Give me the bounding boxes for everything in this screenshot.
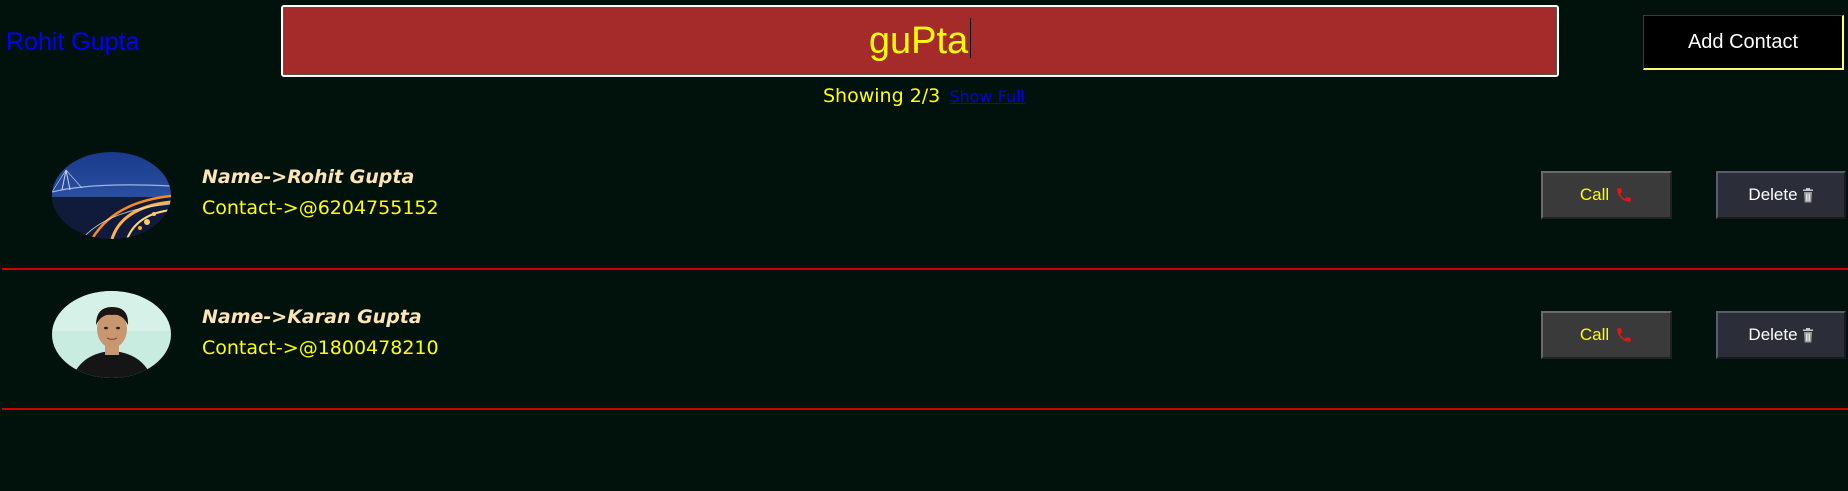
delete-button[interactable]: Delete — [1716, 171, 1846, 219]
delete-button[interactable]: Delete — [1716, 311, 1846, 359]
contact-name: Name->Karan Gupta — [202, 306, 422, 328]
search-input[interactable]: guPta — [281, 5, 1559, 77]
showing-count: Showing 2/3 — [823, 85, 941, 107]
contact-number: Contact->@1800478210 — [202, 337, 439, 359]
phone-icon — [1615, 326, 1633, 344]
call-button-label: Call — [1579, 325, 1610, 344]
contact-avatar — [52, 152, 171, 239]
results-counter: Showing 2/3 Show Full — [0, 85, 1848, 107]
trash-icon — [1802, 187, 1814, 203]
add-contact-button[interactable]: Add Contact — [1643, 15, 1844, 70]
row-divider — [2, 408, 1848, 410]
call-button[interactable]: Call — [1541, 171, 1672, 219]
contact-number: Contact->@6204755152 — [202, 197, 439, 219]
text-caret — [970, 18, 972, 58]
delete-button-label: Delete — [1748, 185, 1798, 204]
call-button[interactable]: Call — [1541, 311, 1672, 359]
contact-avatar — [52, 291, 171, 378]
delete-button-label: Delete — [1748, 325, 1798, 344]
contacts-page: Rohit Gupta guPta Add Contact Showing 2/… — [0, 0, 1848, 491]
contact-row: Name->Karan Gupta Contact->@1800478210 C… — [0, 270, 1848, 410]
user-name-brand: Rohit Gupta — [6, 28, 140, 56]
contact-row: Name->Rohit Gupta Contact->@6204755152 C… — [0, 130, 1848, 270]
contact-name: Name->Rohit Gupta — [202, 166, 415, 188]
phone-icon — [1615, 186, 1633, 204]
show-full-link[interactable]: Show Full — [949, 87, 1025, 106]
call-button-label: Call — [1579, 185, 1610, 204]
search-input-value: guPta — [868, 20, 969, 62]
trash-icon — [1802, 327, 1814, 343]
